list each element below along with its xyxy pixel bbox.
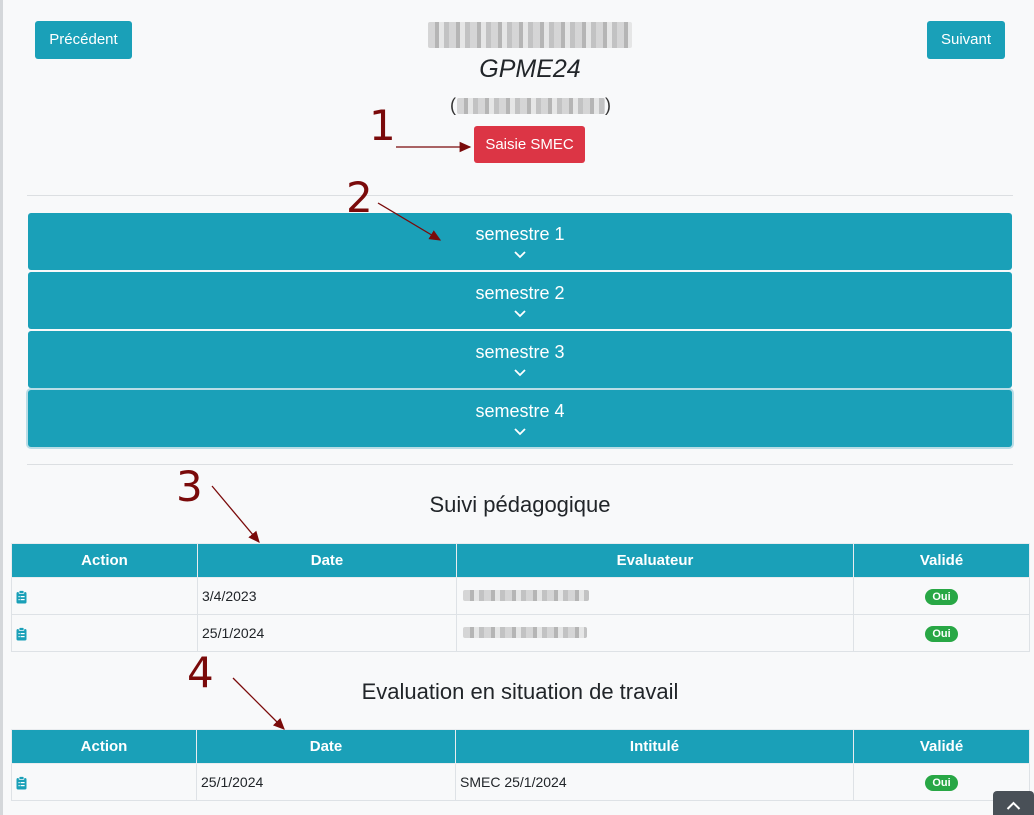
page-title: GPME24 <box>479 55 581 83</box>
table-header-row: Action Date Evaluateur Validé <box>11 543 1030 578</box>
status-badge: Oui <box>925 775 958 791</box>
table-row: 25/1/2024 Oui <box>11 614 1030 652</box>
col-header-date: Date <box>197 543 457 578</box>
col-header-evaluateur: Evaluateur <box>456 543 854 578</box>
status-badge: Oui <box>925 589 958 605</box>
evaluateur-cell <box>456 614 854 652</box>
chevron-up-icon <box>1006 801 1021 810</box>
valide-cell: Oui <box>853 577 1030 615</box>
date-cell: 25/1/2024 <box>197 614 457 652</box>
annotation-label-1: 1 <box>369 101 396 150</box>
paren-open: ( <box>450 95 456 115</box>
chevron-down-icon <box>514 428 526 436</box>
semester-3-accordion[interactable]: semestre 3 <box>28 331 1012 388</box>
evaluation-section-title: Evaluation en situation de travail <box>361 679 679 704</box>
evaluateur-cell <box>456 577 854 615</box>
suivi-table: Action Date Evaluateur Validé 3/4/2023 O… <box>11 543 1030 652</box>
clipboard-list-icon[interactable] <box>16 627 27 641</box>
col-header-intitule: Intitulé <box>455 729 854 764</box>
divider-top <box>27 195 1013 196</box>
semester-1-accordion[interactable]: semestre 1 <box>28 213 1012 270</box>
student-name-redacted <box>428 22 632 48</box>
suivi-section-title: Suivi pédagogique <box>429 492 611 517</box>
chevron-down-icon <box>514 369 526 377</box>
intitule-cell: SMEC 25/1/2024 <box>455 763 854 801</box>
clipboard-list-icon[interactable] <box>16 776 27 790</box>
semester-label: semestre 4 <box>475 401 565 421</box>
table-header-row: Action Date Intitulé Validé <box>11 729 1030 764</box>
paren-close: ) <box>605 95 611 115</box>
col-header-action: Action <box>11 543 198 578</box>
col-header-action: Action <box>11 729 197 764</box>
saisie-smec-button[interactable]: Saisie SMEC <box>474 126 585 163</box>
next-button[interactable]: Suivant <box>927 21 1005 59</box>
col-header-date: Date <box>196 729 456 764</box>
previous-button[interactable]: Précédent <box>35 21 132 59</box>
semester-2-accordion[interactable]: semestre 2 <box>28 272 1012 329</box>
table-row: 3/4/2023 Oui <box>11 577 1030 615</box>
col-header-valide: Validé <box>853 543 1030 578</box>
valide-cell: Oui <box>853 614 1030 652</box>
status-badge: Oui <box>925 626 958 642</box>
annotation-label-4: 4 <box>187 648 214 697</box>
annotation-label-2: 2 <box>346 173 373 222</box>
semester-label: semestre 2 <box>475 283 565 303</box>
semester-4-accordion[interactable]: semestre 4 <box>28 390 1012 447</box>
scroll-to-top-button[interactable] <box>993 791 1034 815</box>
table-row: 25/1/2024 SMEC 25/1/2024 Oui <box>11 763 1030 801</box>
student-detail-redacted <box>457 98 605 114</box>
col-header-valide: Validé <box>853 729 1030 764</box>
clipboard-list-icon[interactable] <box>16 590 27 604</box>
semester-label: semestre 1 <box>475 224 565 244</box>
chevron-down-icon <box>514 251 526 259</box>
evaluation-table: Action Date Intitulé Validé 25/1/2024 SM… <box>11 729 1030 801</box>
divider-bottom <box>27 464 1013 465</box>
evaluator-redacted <box>463 590 589 601</box>
annotation-label-3: 3 <box>176 462 203 511</box>
date-cell: 3/4/2023 <box>197 577 457 615</box>
date-cell: 25/1/2024 <box>196 763 456 801</box>
semester-label: semestre 3 <box>475 342 565 362</box>
evaluator-redacted <box>463 627 587 638</box>
chevron-down-icon <box>514 310 526 318</box>
